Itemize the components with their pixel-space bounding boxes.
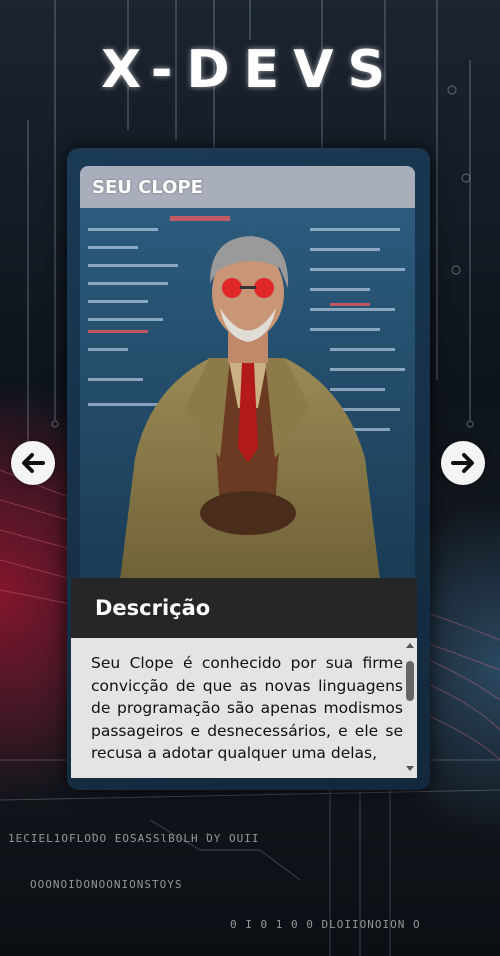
scrollbar-thumb[interactable] [406,661,414,702]
arrow-left-icon [22,453,45,473]
previous-button[interactable] [11,441,55,485]
description-panel[interactable]: Seu Clope é conhecido por sua firme conv… [71,638,417,778]
scroll-down-icon[interactable] [406,764,414,772]
description-text: Seu Clope é conhecido por sua firme conv… [91,654,403,762]
arrow-right-icon [451,453,474,473]
character-name: SEU CLOPE [92,177,203,198]
next-button[interactable] [441,441,485,485]
description-heading: Descrição [95,596,211,620]
background-code-text: 1ΕCΙΕL1ΟFLΟΌΟ EΟSΑSSlΒΟLΗ ΌΥ ΟUΙΙ [8,832,260,845]
scroll-up-icon[interactable] [406,642,414,650]
card-header: SEU CLOPE [80,166,415,208]
character-card: SEU CLOPE Descrição Seu Clope é conhecid… [67,148,430,790]
page-title: X-DEVS [101,40,399,100]
description-header: Descrição [71,578,417,638]
character-portrait [80,208,415,580]
description-scrollbar[interactable] [405,642,415,772]
background-code-text: ΟΟΟΝΟΙΌΟΝΟΟΝΙΟΝSΤΟΥS [30,878,183,891]
background-code-text: 0 I 0 1 0 0 DLΟΙΙΟΝΟΙΟΝ Ο [230,918,421,931]
